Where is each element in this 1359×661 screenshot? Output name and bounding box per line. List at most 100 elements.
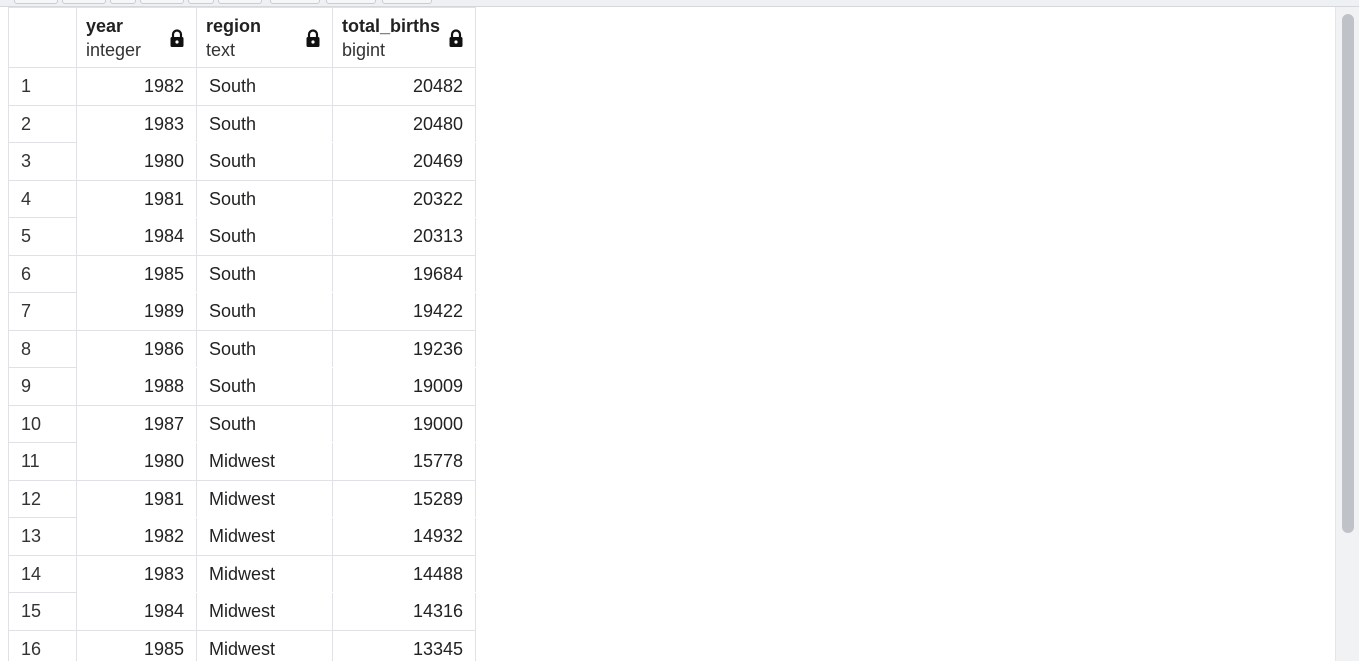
cell-total-births[interactable]: 20480 — [332, 104, 476, 143]
cell-region[interactable]: Midwest — [196, 554, 333, 593]
toolbar-button[interactable] — [326, 0, 376, 4]
scrollbar-thumb[interactable] — [1342, 14, 1354, 533]
column-header-year[interactable]: year integer — [76, 7, 197, 68]
cell-region[interactable]: Midwest — [196, 517, 333, 556]
cell-year[interactable]: 1988 — [76, 367, 197, 406]
vertical-scrollbar[interactable] — [1335, 7, 1359, 661]
toolbar-button[interactable] — [218, 0, 262, 4]
lock-icon — [306, 29, 320, 47]
cell-year[interactable]: 1980 — [76, 142, 197, 181]
select-all-corner[interactable] — [8, 7, 77, 68]
row-number[interactable]: 14 — [8, 554, 77, 593]
row-number[interactable]: 3 — [8, 142, 77, 181]
cell-region[interactable]: South — [196, 67, 333, 106]
column-header-region[interactable]: region text — [196, 7, 333, 68]
cell-year[interactable]: 1982 — [76, 517, 197, 556]
cell-total-births[interactable]: 20313 — [332, 217, 476, 256]
cell-total-births[interactable]: 19684 — [332, 254, 476, 293]
row-number[interactable]: 4 — [8, 179, 77, 218]
table-row[interactable]: 14 1983 Midwest 14488 — [8, 554, 476, 593]
column-header-total-births[interactable]: total_births bigint — [332, 7, 476, 68]
cell-total-births[interactable]: 14488 — [332, 554, 476, 593]
table-row[interactable]: 1 1982 South 20482 — [8, 67, 476, 106]
cell-region[interactable]: Midwest — [196, 592, 333, 631]
cell-year[interactable]: 1983 — [76, 104, 197, 143]
cell-region[interactable]: Midwest — [196, 479, 333, 518]
cell-total-births[interactable]: 19009 — [332, 367, 476, 406]
cell-region[interactable]: South — [196, 292, 333, 331]
table-row[interactable]: 4 1981 South 20322 — [8, 179, 476, 218]
cell-year[interactable]: 1983 — [76, 554, 197, 593]
cell-total-births[interactable]: 14932 — [332, 517, 476, 556]
toolbar-button[interactable] — [382, 0, 432, 4]
cell-region[interactable]: South — [196, 404, 333, 443]
cell-year[interactable]: 1985 — [76, 629, 197, 661]
toolbar-button[interactable] — [62, 0, 106, 4]
header-row: year integer region text total_births bi… — [8, 7, 476, 68]
table-row[interactable]: 11 1980 Midwest 15778 — [8, 442, 476, 481]
cell-year[interactable]: 1981 — [76, 179, 197, 218]
cell-total-births[interactable]: 19000 — [332, 404, 476, 443]
table-row[interactable]: 3 1980 South 20469 — [8, 142, 476, 181]
data-table: year integer region text total_births bi… — [8, 7, 476, 661]
table-row[interactable]: 12 1981 Midwest 15289 — [8, 479, 476, 518]
cell-year[interactable]: 1989 — [76, 292, 197, 331]
cell-total-births[interactable]: 15289 — [332, 479, 476, 518]
cell-region[interactable]: Midwest — [196, 442, 333, 481]
table-row[interactable]: 9 1988 South 19009 — [8, 367, 476, 406]
cell-total-births[interactable]: 19236 — [332, 329, 476, 368]
table-row[interactable]: 7 1989 South 19422 — [8, 292, 476, 331]
table-row[interactable]: 15 1984 Midwest 14316 — [8, 592, 476, 631]
table-row[interactable]: 10 1987 South 19000 — [8, 404, 476, 443]
row-number[interactable]: 1 — [8, 67, 77, 106]
table-row[interactable]: 6 1985 South 19684 — [8, 254, 476, 293]
cell-total-births[interactable]: 13345 — [332, 629, 476, 661]
row-number[interactable]: 6 — [8, 254, 77, 293]
cell-region[interactable]: South — [196, 179, 333, 218]
toolbar-button[interactable] — [14, 0, 58, 4]
cell-region[interactable]: South — [196, 367, 333, 406]
toolbar-strip — [0, 0, 1359, 7]
row-number[interactable]: 15 — [8, 592, 77, 631]
row-number[interactable]: 16 — [8, 629, 77, 661]
cell-region[interactable]: South — [196, 329, 333, 368]
table-row[interactable]: 5 1984 South 20313 — [8, 217, 476, 256]
toolbar-button[interactable] — [188, 0, 214, 4]
table-row[interactable]: 13 1982 Midwest 14932 — [8, 517, 476, 556]
row-number[interactable]: 12 — [8, 479, 77, 518]
cell-total-births[interactable]: 20322 — [332, 179, 476, 218]
row-number[interactable]: 5 — [8, 217, 77, 256]
cell-region[interactable]: South — [196, 254, 333, 293]
cell-year[interactable]: 1986 — [76, 329, 197, 368]
toolbar-button[interactable] — [140, 0, 184, 4]
cell-year[interactable]: 1984 — [76, 217, 197, 256]
cell-total-births[interactable]: 14316 — [332, 592, 476, 631]
cell-total-births[interactable]: 19422 — [332, 292, 476, 331]
cell-total-births[interactable]: 15778 — [332, 442, 476, 481]
cell-year[interactable]: 1982 — [76, 67, 197, 106]
cell-total-births[interactable]: 20469 — [332, 142, 476, 181]
row-number[interactable]: 13 — [8, 517, 77, 556]
table-row[interactable]: 8 1986 South 19236 — [8, 329, 476, 368]
table-row[interactable]: 2 1983 South 20480 — [8, 104, 476, 143]
cell-year[interactable]: 1987 — [76, 404, 197, 443]
row-number[interactable]: 8 — [8, 329, 77, 368]
cell-year[interactable]: 1984 — [76, 592, 197, 631]
cell-region[interactable]: South — [196, 104, 333, 143]
cell-year[interactable]: 1980 — [76, 442, 197, 481]
cell-region[interactable]: South — [196, 217, 333, 256]
cell-region[interactable]: South — [196, 142, 333, 181]
cell-region[interactable]: Midwest — [196, 629, 333, 661]
cell-year[interactable]: 1985 — [76, 254, 197, 293]
results-grid: year integer region text total_births bi… — [8, 7, 1335, 661]
row-number[interactable]: 2 — [8, 104, 77, 143]
row-number[interactable]: 10 — [8, 404, 77, 443]
row-number[interactable]: 11 — [8, 442, 77, 481]
cell-total-births[interactable]: 20482 — [332, 67, 476, 106]
row-number[interactable]: 7 — [8, 292, 77, 331]
cell-year[interactable]: 1981 — [76, 479, 197, 518]
row-number[interactable]: 9 — [8, 367, 77, 406]
toolbar-button[interactable] — [270, 0, 320, 4]
table-row[interactable]: 16 1985 Midwest 13345 — [8, 629, 476, 661]
toolbar-button[interactable] — [110, 0, 136, 4]
